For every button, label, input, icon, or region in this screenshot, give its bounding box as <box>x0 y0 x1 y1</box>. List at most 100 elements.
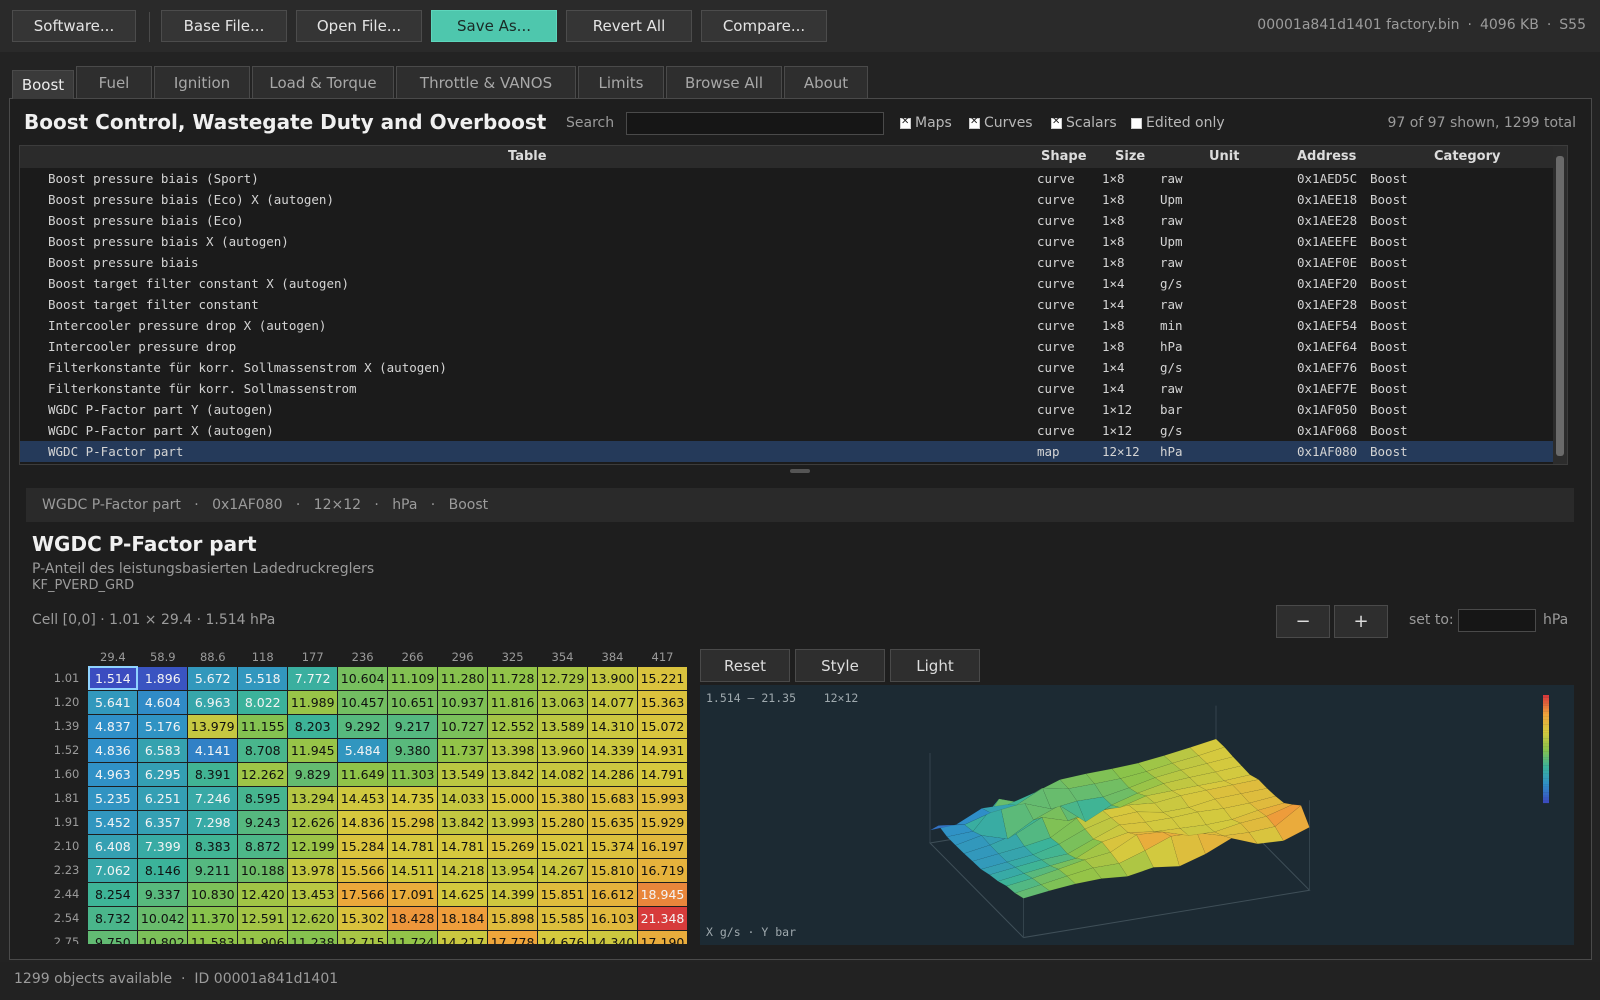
grid-cell[interactable]: 13.993 <box>487 809 539 835</box>
edited-only-checkbox[interactable] <box>1131 117 1142 129</box>
grid-cell[interactable]: 9.380 <box>387 737 439 763</box>
grid-cell[interactable]: 15.374 <box>587 833 638 859</box>
tab-browse-all[interactable]: Browse All <box>666 66 782 98</box>
grid-cell[interactable]: 13.842 <box>437 809 489 835</box>
grid-cell[interactable]: 4.836 <box>87 737 139 763</box>
grid-cell[interactable]: 14.511 <box>387 857 439 883</box>
grid-cell[interactable]: 14.340 <box>587 929 638 944</box>
grid-cell[interactable]: 11.155 <box>237 713 289 739</box>
grid-cell[interactable]: 12.552 <box>487 713 539 739</box>
table-row[interactable]: Boost target filter constant curve 1×4 raw 0… <box>20 294 1567 315</box>
grid-cell[interactable]: 13.589 <box>537 713 589 739</box>
grid-cell[interactable]: 15.898 <box>487 905 539 931</box>
grid-cell[interactable]: 10.937 <box>437 689 489 715</box>
table-row[interactable]: Filterkonstante für korr. Sollmassenstro… <box>20 357 1567 378</box>
column-header-shape[interactable]: Shape <box>1041 149 1087 164</box>
grid-cell[interactable]: 13.398 <box>487 737 539 763</box>
grid-cell[interactable]: 6.408 <box>87 833 139 859</box>
grid-cell[interactable]: 13.294 <box>287 785 339 811</box>
grid-cell[interactable]: 18.428 <box>387 905 439 931</box>
filter-maps[interactable]: Maps <box>900 115 952 131</box>
column-header-size[interactable]: Size <box>1115 149 1145 164</box>
grid-cell[interactable]: 16.612 <box>587 881 638 907</box>
grid-cell[interactable]: 7.246 <box>187 785 239 811</box>
grid-cell[interactable]: 14.033 <box>437 785 489 811</box>
grid-cell[interactable]: 12.262 <box>237 761 289 787</box>
table-row[interactable]: Boost pressure biais X (autogen) curve 1×8… <box>20 231 1567 252</box>
base-file-button[interactable]: Base File... <box>161 10 287 42</box>
save-as-button[interactable]: Save As... <box>431 10 557 42</box>
grid-cell[interactable]: 14.339 <box>587 737 638 763</box>
grid-cell[interactable]: 14.625 <box>437 881 489 907</box>
increment-button[interactable]: + <box>1334 605 1388 638</box>
grid-cell[interactable]: 11.906 <box>237 929 289 944</box>
grid-cell[interactable]: 10.604 <box>337 665 389 691</box>
grid-cell[interactable]: 15.072 <box>636 713 688 739</box>
filter-curves[interactable]: Curves <box>969 115 1033 131</box>
grid-cell[interactable]: 15.585 <box>537 905 589 931</box>
curves-checkbox[interactable] <box>969 116 980 129</box>
grid-cell[interactable]: 9.829 <box>287 761 339 787</box>
grid-cell[interactable]: 14.399 <box>487 881 539 907</box>
grid-cell[interactable]: 17.091 <box>387 881 439 907</box>
grid-cell[interactable]: 10.651 <box>387 689 439 715</box>
grid-cell[interactable]: 14.931 <box>636 737 688 763</box>
grid-cell[interactable]: 9.243 <box>237 809 289 835</box>
grid-cell[interactable]: 13.063 <box>537 689 589 715</box>
grid-cell[interactable]: 15.635 <box>587 809 638 835</box>
grid-cell[interactable]: 8.254 <box>87 881 139 907</box>
grid-cell[interactable]: 5.641 <box>87 689 139 715</box>
grid-cell[interactable]: 9.217 <box>387 713 439 739</box>
grid-cell[interactable]: 8.732 <box>87 905 139 931</box>
grid-cell[interactable]: 15.683 <box>587 785 638 811</box>
grid-cell[interactable]: 6.963 <box>187 689 239 715</box>
grid-cell[interactable]: 14.218 <box>437 857 489 883</box>
grid-cell[interactable]: 12.420 <box>237 881 289 907</box>
column-header-unit[interactable]: Unit <box>1209 149 1239 164</box>
filter-scalars[interactable]: Scalars <box>1051 115 1117 131</box>
grid-cell[interactable]: 15.810 <box>587 857 638 883</box>
grid-cell[interactable]: 16.719 <box>636 857 688 883</box>
grid-cell[interactable]: 7.062 <box>87 857 139 883</box>
grid-cell[interactable]: 13.900 <box>587 665 638 691</box>
grid-cell[interactable]: 5.452 <box>87 809 139 835</box>
grid-cell[interactable]: 6.251 <box>137 785 189 811</box>
grid-cell[interactable]: 8.022 <box>237 689 289 715</box>
table-row[interactable]: Boost pressure biais (Eco) X (autogen) cu… <box>20 189 1567 210</box>
grid-cell[interactable]: 5.484 <box>337 737 389 763</box>
grid-cell[interactable]: 9.292 <box>337 713 389 739</box>
scalars-checkbox[interactable] <box>1051 116 1062 129</box>
grid-cell[interactable]: 15.929 <box>636 809 688 835</box>
tab-throttle-vanos[interactable]: Throttle & VANOS <box>396 66 576 98</box>
maps-checkbox[interactable] <box>900 116 911 129</box>
grid-cell[interactable]: 15.280 <box>537 809 589 835</box>
grid-cell[interactable]: 17.190 <box>636 929 688 944</box>
grid-cell[interactable]: 14.267 <box>537 857 589 883</box>
table-row[interactable]: Boost pressure biais (Eco) curve 1×8 raw 0x1… <box>20 210 1567 231</box>
grid-cell[interactable]: 8.203 <box>287 713 339 739</box>
grid-cell[interactable]: 11.728 <box>487 665 539 691</box>
grid-cell[interactable]: 15.298 <box>387 809 439 835</box>
tab-limits[interactable]: Limits <box>578 66 664 98</box>
grid-cell[interactable]: 11.989 <box>287 689 339 715</box>
grid-cell[interactable]: 1.896 <box>137 665 189 691</box>
light-button[interactable]: Light <box>890 649 980 682</box>
splitter-handle[interactable] <box>790 469 810 473</box>
grid-cell[interactable]: 12.199 <box>287 833 339 859</box>
surface-3d[interactable] <box>700 685 1574 945</box>
grid-cell[interactable]: 11.303 <box>387 761 439 787</box>
table-row[interactable]: WGDC P-Factor part Y (autogen) curve 1×12 b… <box>20 399 1567 420</box>
grid-cell[interactable]: 13.960 <box>537 737 589 763</box>
column-header-category[interactable]: Category <box>1434 149 1500 164</box>
grid-cell[interactable]: 7.772 <box>287 665 339 691</box>
style-button[interactable]: Style <box>795 649 885 682</box>
table-row[interactable]: Boost pressure biais (Sport) curve 1×8 raw 0… <box>20 168 1567 189</box>
grid-cell[interactable]: 13.978 <box>287 857 339 883</box>
grid-cell[interactable]: 11.370 <box>187 905 239 931</box>
tab-fuel[interactable]: Fuel <box>76 66 152 98</box>
grid-cell[interactable]: 15.851 <box>537 881 589 907</box>
grid-cell[interactable]: 21.348 <box>636 905 688 931</box>
grid-cell[interactable]: 15.000 <box>487 785 539 811</box>
grid-cell[interactable]: 9.211 <box>187 857 239 883</box>
grid-cell[interactable]: 10.727 <box>437 713 489 739</box>
